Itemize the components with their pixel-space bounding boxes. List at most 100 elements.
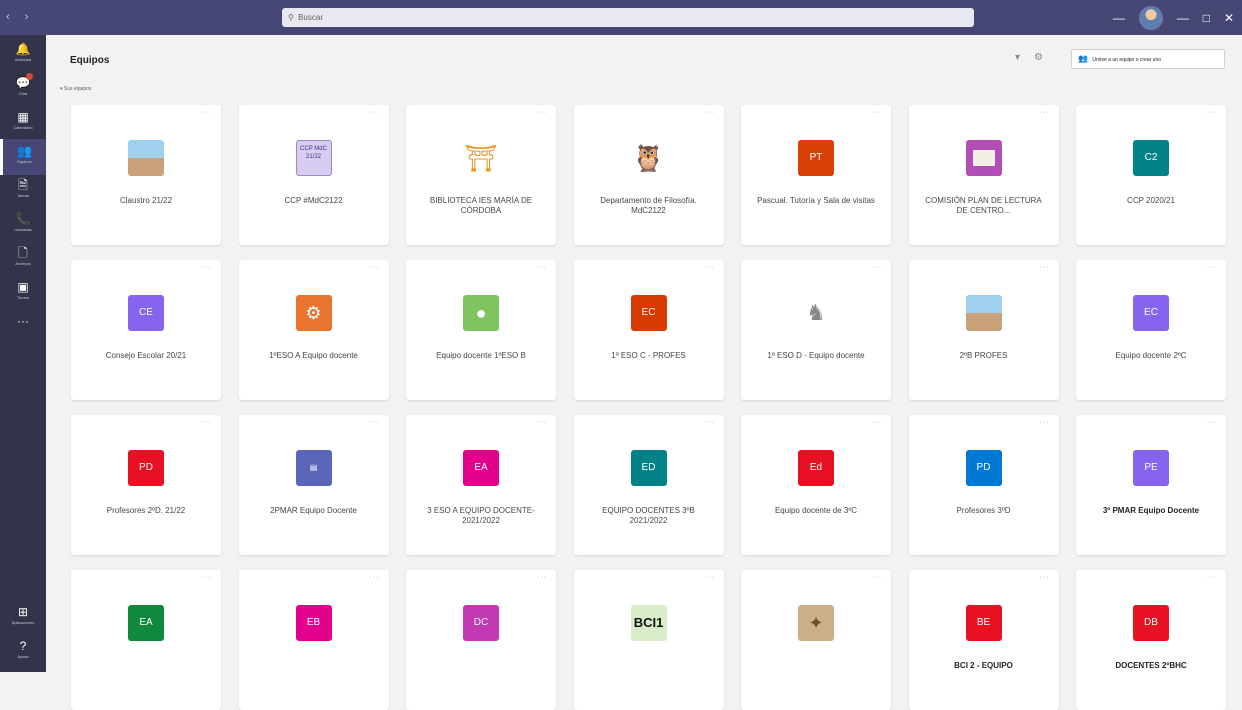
more-options-icon[interactable]: ···	[202, 264, 212, 271]
team-name: 1º ESO C - PROFES	[611, 351, 686, 360]
rail-item-aplicaciones[interactable]: ⊞ Aplicaciones	[0, 600, 46, 636]
more-options-icon[interactable]: ···	[370, 574, 380, 581]
team-card[interactable]: ··· ✦	[741, 570, 891, 710]
rail-item-label: Turnos	[16, 295, 30, 300]
more-options-icon[interactable]: ···	[370, 264, 380, 271]
more-options-icon[interactable]: ···	[1207, 574, 1217, 581]
rail-item-chat[interactable]: 💬 Chat	[0, 71, 46, 107]
more-options-icon[interactable]: ···	[1040, 109, 1050, 116]
more-options-icon[interactable]: ···	[1207, 264, 1217, 271]
more-options-icon[interactable]: ···	[537, 574, 547, 581]
minimize-icon[interactable]: —	[1113, 11, 1125, 25]
more-options-icon[interactable]: ···	[537, 264, 547, 271]
team-card[interactable]: ··· ED EQUIPO DOCENTES 3ºB 2021/2022	[573, 415, 724, 555]
team-card[interactable]: ··· BE BCI 2 - EQUIPO	[908, 570, 1059, 710]
more-options-icon[interactable]: ···	[705, 419, 715, 426]
more-options-icon[interactable]: ···	[872, 574, 882, 581]
app-rail: 🔔 Actividad 💬 Chat ▦ Calendario 👥 Equipos 🗎 Tarea…	[0, 35, 46, 672]
team-logo: CCP MdC 21/22	[295, 140, 332, 176]
team-card[interactable]: ··· Ed Equipo docente de 3ºC	[741, 415, 891, 555]
team-card[interactable]: ··· ▤ 2PMAR Equipo Docente	[238, 415, 389, 555]
team-card[interactable]: ··· CE Consejo Escolar 20/21	[71, 260, 221, 400]
team-logo: DC	[463, 605, 499, 641]
rail-item-archivos[interactable]: 🗋 Archivos	[0, 241, 46, 277]
nav-arrows[interactable]: ‹ ›	[6, 11, 34, 23]
more-options-icon[interactable]: ···	[1040, 419, 1050, 426]
team-name: Profesores 2ºD. 21/22	[106, 506, 186, 515]
more-options-icon[interactable]: ···	[705, 109, 715, 116]
more-options-icon[interactable]: ···	[370, 109, 380, 116]
rail-item-more[interactable]: ···	[0, 309, 46, 345]
more-options-icon[interactable]: ···	[1207, 109, 1217, 116]
more-options-icon[interactable]: ···	[705, 264, 715, 271]
team-card[interactable]: ··· Claustro 21/22	[71, 105, 221, 245]
team-name: 3º PMAR Equipo Docente	[1102, 506, 1200, 515]
team-card[interactable]: ··· PT Pascual. Tutoría y Sala de visitas	[741, 105, 891, 245]
avatar[interactable]	[1138, 5, 1163, 30]
rail-item-calendario[interactable]: ▦ Calendario	[0, 105, 46, 141]
rail-item-tareas[interactable]: 🗎 Tareas	[0, 173, 46, 209]
team-card[interactable]: ··· CCP MdC 21/22 CCP #MdC2122	[238, 105, 389, 245]
team-card[interactable]: ··· ⛩ BIBLIOTECA IES MARÍA DE CÓRDOBA	[406, 105, 556, 245]
team-card[interactable]: ··· EB	[238, 570, 389, 710]
team-card[interactable]: ··· PD Profesores 2ºD. 21/22	[71, 415, 221, 555]
more-options-icon[interactable]: ···	[1040, 574, 1050, 581]
team-card[interactable]: ··· 2ºB PROFES	[908, 260, 1059, 400]
close-window-button[interactable]: ✕	[1224, 11, 1234, 25]
more-options-icon[interactable]: ···	[872, 419, 882, 426]
team-card[interactable]: ··· DC	[406, 570, 556, 710]
minimize-window-button[interactable]: —	[1177, 11, 1189, 25]
more-options-icon[interactable]: ···	[202, 574, 212, 581]
rail-item-turnos[interactable]: ▣ Turnos	[0, 275, 46, 311]
rail-item-actividad[interactable]: 🔔 Actividad	[0, 37, 46, 73]
team-card[interactable]: ··· DB DOCENTES 2ºBHC	[1076, 570, 1226, 710]
rail-item-equipos[interactable]: 👥 Equipos	[0, 139, 46, 175]
team-logo: ✦	[798, 605, 834, 641]
team-name: 1º ESO D - Equipo docente	[767, 351, 865, 360]
section-label[interactable]: ▾ Sus equipos	[60, 86, 91, 92]
team-logo: EC	[630, 295, 667, 331]
more-options-icon[interactable]: ···	[202, 419, 212, 426]
team-card[interactable]: ··· PD Profesores 3ºD	[908, 415, 1059, 555]
team-card[interactable]: ··· EC 1º ESO C - PROFES	[573, 260, 724, 400]
rail-item-ayuda[interactable]: ? Ayuda	[0, 634, 46, 670]
rail-item-label: Actividad	[14, 57, 32, 62]
team-card[interactable]: ··· BCI1	[573, 570, 724, 710]
team-card[interactable]: ··· 🦉 Departamento de Filosofía. MdC2122	[573, 105, 724, 245]
team-card[interactable]: ··· ⚙ 1ºESO A Equipo docente	[238, 260, 389, 400]
team-card[interactable]: ··· ♞ 1º ESO D - Equipo docente	[741, 260, 891, 400]
team-card[interactable]: ··· C2 CCP 2020/21	[1076, 105, 1226, 245]
team-card[interactable]: ··· EA 3 ESO A EQUIPO DOCENTE- 2021/2022	[406, 415, 556, 555]
join-or-create-team-button[interactable]: 👥 Unirse a un equipo o crear uno	[1071, 49, 1225, 69]
team-card[interactable]: ··· COMISIÓN PLAN DE LECTURA DE CENTRO...	[908, 105, 1059, 245]
help-icon: ?	[19, 639, 27, 653]
team-name: BIBLIOTECA IES MARÍA DE CÓRDOBA	[429, 196, 533, 215]
team-card[interactable]: ··· EA	[71, 570, 221, 710]
team-card[interactable]: ··· EC Equipo docente 2ºC	[1076, 260, 1226, 400]
search-input[interactable]: ⚲ Buscar	[282, 8, 974, 27]
more-options-icon[interactable]: ···	[537, 109, 547, 116]
team-card[interactable]: ··· PE 3º PMAR Equipo Docente	[1076, 415, 1226, 555]
team-logo: DB	[1133, 605, 1169, 641]
team-name: CCP 2020/21	[1127, 196, 1175, 205]
title-bar: ‹ › ⚲ Buscar — — □ ✕	[0, 0, 1242, 35]
filter-icon[interactable]: ▾	[1015, 52, 1020, 63]
settings-icon[interactable]: ⚙	[1034, 52, 1043, 63]
more-options-icon[interactable]: ···	[1207, 419, 1217, 426]
more-options-icon[interactable]: ···	[1040, 264, 1050, 271]
team-logo: EA	[128, 605, 164, 641]
more-options-icon[interactable]: ···	[872, 109, 882, 116]
rail-item-label: Aplicaciones	[11, 620, 35, 625]
maximize-window-button[interactable]: □	[1203, 11, 1210, 25]
team-logo: PE	[1133, 450, 1169, 486]
team-logo	[128, 140, 164, 176]
rail-item-llamadas[interactable]: 📞 Llamadas	[0, 207, 46, 243]
more-options-icon[interactable]: ···	[872, 264, 882, 271]
more-options-icon[interactable]: ···	[705, 574, 715, 581]
team-logo: CE	[128, 295, 164, 331]
team-logo: ▤	[295, 450, 332, 486]
more-options-icon[interactable]: ···	[202, 109, 212, 116]
more-options-icon[interactable]: ···	[537, 419, 547, 426]
more-options-icon[interactable]: ···	[370, 419, 380, 426]
team-card[interactable]: ··· ● Equipo docente 1ºESO B	[406, 260, 556, 400]
